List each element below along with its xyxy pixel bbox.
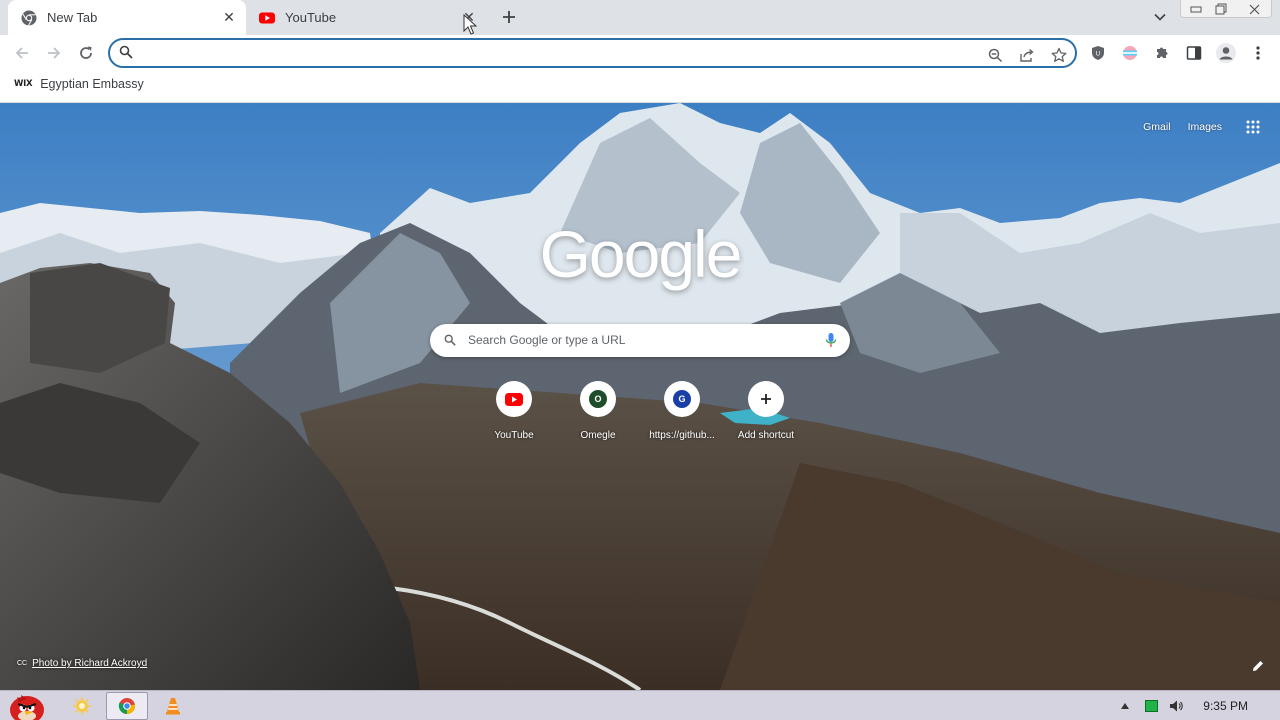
star-icon: [1051, 47, 1067, 62]
microphone-icon[interactable]: [825, 332, 837, 348]
puzzle-icon: [1157, 47, 1168, 58]
profile-button[interactable]: [1213, 40, 1239, 66]
tab-search-button[interactable]: [1150, 8, 1170, 26]
shortcut-tile: O: [580, 381, 616, 417]
address-input[interactable]: [144, 43, 964, 63]
chevron-down-icon: [1154, 13, 1166, 21]
address-bar[interactable]: [108, 38, 1077, 68]
mouse-cursor-icon: [463, 14, 477, 35]
start-button[interactable]: [2, 692, 50, 720]
plus-icon: [761, 394, 771, 404]
taskbar-vlc[interactable]: [160, 692, 186, 720]
shortcut-label: Add shortcut: [737, 430, 795, 441]
pencil-icon[interactable]: [1252, 660, 1264, 672]
tab-strip: New Tab ✕ YouTube ✕: [0, 0, 1280, 35]
search-icon: [444, 334, 456, 346]
chrome-icon: [118, 698, 136, 715]
reload-icon: [80, 46, 92, 59]
google-logo: Google: [539, 217, 743, 291]
tab-new-tab[interactable]: New Tab ✕: [8, 0, 246, 35]
new-tab-page: Gmail Images Google Search Google or typ…: [0, 103, 1280, 690]
reload-button[interactable]: [73, 40, 99, 66]
shortcut-github[interactable]: G https://github...: [642, 381, 722, 441]
ntp-search-box[interactable]: Search Google or type a URL: [430, 324, 850, 357]
back-button[interactable]: [9, 40, 35, 66]
share-button[interactable]: [1016, 44, 1038, 66]
minimize-icon: [1190, 6, 1202, 13]
tab-title: YouTube: [285, 10, 337, 25]
plus-icon: [503, 11, 515, 23]
close-icon: [1249, 4, 1259, 14]
files-icon: [73, 697, 91, 715]
bookmark-egyptian-embassy[interactable]: WIX Egyptian Embassy: [14, 77, 144, 91]
share-icon: [1020, 48, 1034, 62]
photo-credit-link[interactable]: Photo by Richard Ackroyd: [32, 658, 147, 669]
shortcut-youtube[interactable]: YouTube: [474, 381, 554, 441]
forward-button[interactable]: [41, 40, 67, 66]
zoom-out-icon: [988, 48, 1002, 62]
taskbar: 9:35 PM: [0, 690, 1280, 720]
search-icon: [119, 45, 133, 59]
chevron-up-icon[interactable]: [1121, 703, 1130, 709]
shortcut-omegle[interactable]: O Omegle: [558, 381, 638, 441]
shortcut-tile: [496, 381, 532, 417]
wix-icon: WIX: [14, 79, 33, 89]
zoom-button[interactable]: [984, 44, 1006, 66]
letter-text: O: [594, 394, 602, 404]
system-tray: 9:35 PM: [1121, 691, 1280, 720]
restore-button[interactable]: [1210, 0, 1232, 18]
battery-icon[interactable]: [1145, 700, 1159, 712]
apps-grid-icon[interactable]: [1246, 120, 1260, 134]
shortcut-add[interactable]: Add shortcut: [726, 381, 806, 441]
youtube-icon: [259, 12, 275, 23]
volume-icon[interactable]: [1169, 699, 1184, 713]
shield-icon: U: [1092, 46, 1104, 60]
menu-button[interactable]: [1245, 40, 1271, 66]
extensions-button[interactable]: [1149, 40, 1175, 66]
tab-youtube[interactable]: YouTube ✕: [246, 0, 486, 35]
shortcut-tile: [748, 381, 784, 417]
letter-text: G: [678, 394, 686, 404]
close-window-button[interactable]: [1243, 0, 1265, 18]
extension-flag-button[interactable]: [1117, 40, 1143, 66]
avatar-icon: [1216, 43, 1236, 63]
vlc-icon: [166, 698, 180, 715]
shortcut-label: https://github...: [649, 430, 715, 441]
ntp-top-links: Gmail Images: [1126, 120, 1260, 134]
taskbar-chrome[interactable]: [106, 692, 148, 720]
background-photo: [0, 103, 1280, 690]
taskbar-files[interactable]: [68, 692, 96, 720]
images-link[interactable]: Images: [1188, 121, 1222, 133]
shortcut-label: YouTube: [494, 430, 534, 441]
flag-icon: [1123, 46, 1137, 60]
svg-text:U: U: [1096, 51, 1100, 58]
angry-birds-icon: [10, 695, 44, 720]
extension-shield-button[interactable]: U: [1085, 40, 1111, 66]
letter-icon: G: [673, 390, 691, 408]
shortcut-tile: G: [664, 381, 700, 417]
clock[interactable]: 9:35 PM: [1203, 699, 1248, 713]
search-placeholder: Search Google or type a URL: [468, 333, 626, 347]
shortcut-label: Omegle: [580, 430, 616, 441]
new-tab-button[interactable]: [498, 6, 520, 28]
more-vert-icon: [1256, 46, 1260, 60]
bookmark-star-button[interactable]: [1048, 44, 1070, 66]
arrow-right-icon: [48, 47, 61, 59]
toolbar: U: [0, 35, 1280, 70]
arrow-left-icon: [15, 47, 28, 59]
cc-badge: CC: [17, 660, 28, 667]
photo-credit[interactable]: CC Photo by Richard Ackroyd: [17, 658, 147, 669]
restore-icon: [1215, 3, 1227, 15]
youtube-icon: [505, 392, 523, 406]
gmail-link[interactable]: Gmail: [1143, 121, 1170, 133]
tab-title: New Tab: [47, 10, 98, 25]
chrome-icon: [21, 10, 37, 26]
tab-close-icon[interactable]: ✕: [220, 9, 238, 27]
side-panel-icon: [1186, 46, 1202, 60]
letter-icon: O: [589, 390, 607, 408]
minimize-button[interactable]: [1185, 0, 1207, 18]
bookmarks-bar: WIX Egyptian Embassy: [0, 70, 1280, 103]
side-panel-button[interactable]: [1181, 40, 1207, 66]
bookmark-label: Egyptian Embassy: [40, 77, 144, 91]
